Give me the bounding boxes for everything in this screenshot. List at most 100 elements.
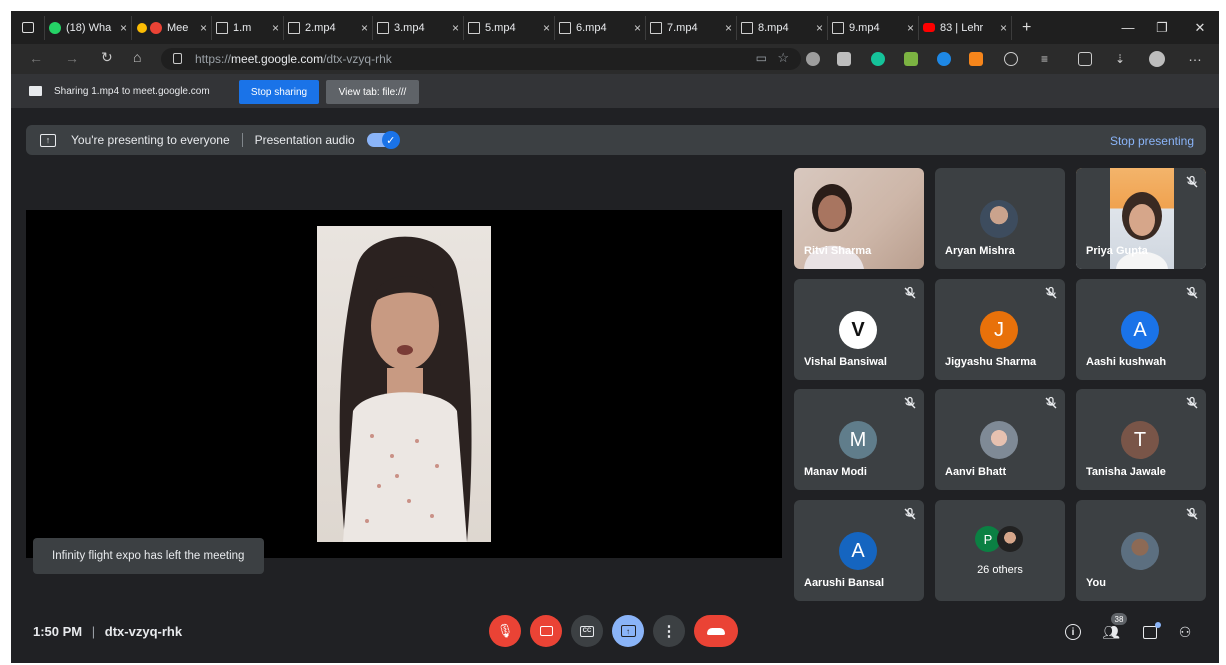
favorite-icon[interactable]: ☆ xyxy=(777,50,789,66)
back-icon[interactable]: ← xyxy=(29,50,43,66)
camera-off-button[interactable] xyxy=(530,615,562,647)
browser-tab[interactable]: (18) Wha × xyxy=(45,15,132,40)
downloads-icon[interactable]: ⇣ xyxy=(1115,52,1129,66)
close-tab-icon[interactable]: × xyxy=(816,21,823,35)
close-tab-icon[interactable]: × xyxy=(272,21,279,35)
more-options-button[interactable]: ⋮ xyxy=(653,615,685,647)
mic-off-button[interactable]: 🎙︎ xyxy=(489,615,521,647)
participant-tile[interactable]: A Aarushi Bansal xyxy=(794,500,924,601)
tab-label: 1.m xyxy=(233,21,252,34)
participant-tile[interactable]: You xyxy=(1076,500,1206,601)
extension-icon[interactable] xyxy=(1004,52,1018,66)
close-tab-icon[interactable]: × xyxy=(200,21,207,35)
close-tab-icon[interactable]: × xyxy=(1000,21,1007,35)
restore-icon[interactable]: ❐ xyxy=(1145,11,1179,44)
mic-off-icon xyxy=(903,286,917,300)
close-tab-icon[interactable]: × xyxy=(452,21,459,35)
tab-label: 9.mp4 xyxy=(849,21,880,34)
meet-icon xyxy=(150,21,162,34)
favorites-icon[interactable]: ≡ xyxy=(1041,52,1055,66)
mic-off-icon xyxy=(1044,396,1058,410)
browser-tab[interactable]: 5.mp4 × xyxy=(464,15,555,40)
close-tab-icon[interactable]: × xyxy=(361,21,368,35)
tab-label: (18) Wha xyxy=(66,21,112,34)
close-tab-icon[interactable]: × xyxy=(120,21,127,35)
download-extension-icon[interactable] xyxy=(904,52,918,66)
home-icon[interactable]: ⌂ xyxy=(133,49,141,65)
close-tab-icon[interactable]: × xyxy=(907,21,914,35)
presentation-audio-toggle[interactable]: ✓ xyxy=(366,131,400,149)
stop-presenting-button[interactable]: Stop presenting xyxy=(1110,134,1194,148)
activities-icon[interactable]: ⚇ xyxy=(1174,621,1196,643)
browser-tab[interactable]: 6.mp4 × xyxy=(555,15,646,40)
browser-tab[interactable]: 2.mp4 × xyxy=(284,15,373,40)
close-tab-icon[interactable]: × xyxy=(543,21,550,35)
participant-name: Manav Modi xyxy=(804,466,867,478)
participant-name: Aryan Mishra xyxy=(945,245,1015,257)
extension-icon[interactable] xyxy=(837,52,851,66)
close-tab-icon[interactable]: × xyxy=(725,21,732,35)
presentation-audio-label: Presentation audio xyxy=(254,133,355,147)
grammarly-icon[interactable] xyxy=(871,52,885,66)
participant-avatar xyxy=(980,421,1018,459)
sharing-bar: Sharing 1.mp4 to meet.google.com Stop sh… xyxy=(11,74,1219,108)
others-avatar xyxy=(997,526,1023,552)
extension-icon[interactable] xyxy=(806,52,820,66)
browser-tab[interactable]: 7.mp4 × xyxy=(646,15,737,40)
participant-tile[interactable]: P 26 others xyxy=(935,500,1065,601)
present-now-button[interactable]: ↑ xyxy=(612,615,644,647)
participant-tile[interactable]: T Tanisha Jawale xyxy=(1076,389,1206,490)
participant-tile[interactable]: Aryan Mishra xyxy=(935,168,1065,269)
mic-off-icon xyxy=(1044,286,1058,300)
participant-name: Aarushi Bansal xyxy=(804,577,885,589)
participant-tile[interactable]: Priya Gupta xyxy=(1076,168,1206,269)
tab-label: 8.mp4 xyxy=(758,21,789,34)
tab-actions-icon[interactable] xyxy=(11,15,45,40)
meeting-details-icon[interactable]: i xyxy=(1062,621,1084,643)
participant-name: You xyxy=(1086,577,1106,589)
participant-tile[interactable]: A Aashi kushwah xyxy=(1076,279,1206,380)
participant-tile[interactable]: M Manav Modi xyxy=(794,389,924,490)
browser-tab[interactable]: 9.mp4 × xyxy=(828,15,919,40)
mic-off-icon xyxy=(1185,175,1199,189)
tab-label: 5.mp4 xyxy=(485,21,516,34)
participant-tile[interactable]: Ritvi Sharma xyxy=(794,168,924,269)
page-icon xyxy=(741,21,753,34)
new-tab-icon[interactable]: + xyxy=(1022,19,1031,37)
participant-avatar: A xyxy=(839,532,877,570)
people-icon[interactable]: 👥︎ 38 xyxy=(1100,613,1127,643)
captions-button[interactable]: CC xyxy=(571,615,603,647)
metamask-icon[interactable] xyxy=(969,52,983,66)
extension-icon[interactable] xyxy=(937,52,951,66)
participant-tile[interactable]: Aanvi Bhatt xyxy=(935,389,1065,490)
stop-sharing-button[interactable]: Stop sharing xyxy=(239,80,319,104)
participant-tile[interactable]: V Vishal Bansiwal xyxy=(794,279,924,380)
meet-window: (18) Wha × Mee × 1.m × 2.mp4 × 3.mp4 × 5.mp4 × 6.mp4… xyxy=(11,11,1219,663)
reload-icon[interactable]: ↻ xyxy=(101,49,113,66)
meeting-info: 1:50 PM | dtx-vzyq-rhk xyxy=(33,624,182,639)
forward-icon[interactable]: → xyxy=(65,50,79,66)
browser-tab[interactable]: 83 | Lehr × xyxy=(919,15,1012,40)
participant-tile[interactable]: J Jigyashu Sharma xyxy=(935,279,1065,380)
more-options-icon[interactable]: … xyxy=(1188,48,1202,64)
browser-tab[interactable]: Mee × xyxy=(132,15,212,40)
close-tab-icon[interactable]: × xyxy=(634,21,641,35)
browser-tab[interactable]: 3.mp4 × xyxy=(373,15,464,40)
profile-icon[interactable] xyxy=(1149,51,1165,67)
view-tab-button[interactable]: View tab: file:/// xyxy=(326,80,419,104)
browser-tab-bar: (18) Wha × Mee × 1.m × 2.mp4 × 3.mp4 × 5.mp4 × 6.mp4… xyxy=(11,11,1219,44)
leave-call-button[interactable] xyxy=(694,615,738,647)
tab-label: 2.mp4 xyxy=(305,21,336,34)
page-icon xyxy=(650,21,662,34)
chat-icon[interactable] xyxy=(1139,621,1161,643)
captions-icon: CC xyxy=(580,625,594,637)
collections-icon[interactable] xyxy=(1078,52,1092,66)
browser-tab[interactable]: 8.mp4 × xyxy=(737,15,828,40)
url-field[interactable]: https://meet.google.com/dtx-vzyq-rhk ▭ ☆ xyxy=(161,48,801,70)
minimize-icon[interactable]: — xyxy=(1111,11,1145,44)
browser-tab[interactable]: 1.m × xyxy=(212,15,284,40)
close-window-icon[interactable]: ✕ xyxy=(1183,11,1217,44)
camera-icon[interactable]: ▭ xyxy=(756,51,767,65)
mic-off-icon xyxy=(903,507,917,521)
page-icon xyxy=(288,21,300,34)
